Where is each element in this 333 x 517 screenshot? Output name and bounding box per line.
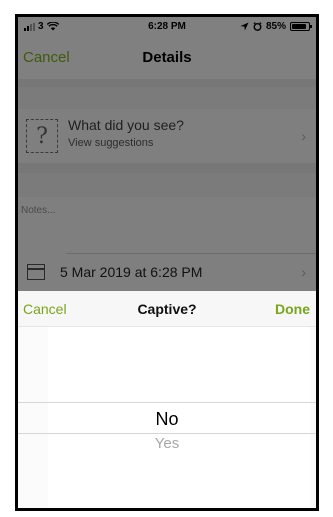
picker-toolbar: Cancel Captive? Done <box>18 291 316 327</box>
details-title: Details <box>142 49 192 66</box>
section-spacer-middle <box>18 173 316 197</box>
picker-title: Captive? <box>137 301 197 317</box>
notes-placeholder: Notes... <box>21 205 56 216</box>
battery-percent: 85% <box>265 21 286 32</box>
details-nav-bar: Cancel Details <box>18 37 316 79</box>
section-separator <box>18 163 316 173</box>
screen: 3 6:28 PM 85% Cancel Details ? What did … <box>18 17 316 508</box>
section-spacer-top <box>18 87 316 109</box>
date-label: 5 Mar 2019 at 6:28 PM <box>60 264 203 280</box>
alarm-icon <box>253 22 262 31</box>
picker-option-yes[interactable]: Yes <box>18 435 316 452</box>
selection-line-top <box>18 402 316 403</box>
location-arrow-icon <box>240 22 249 31</box>
what-did-you-see-row[interactable]: ? What did you see? View suggestions › <box>18 109 316 163</box>
chevron-right-icon: › <box>301 128 306 144</box>
nav-separator <box>18 79 316 87</box>
calendar-icon <box>27 264 45 280</box>
row-divider <box>66 253 316 254</box>
picker-done-button[interactable]: Done <box>275 301 310 317</box>
selection-line-bottom <box>18 433 316 434</box>
status-bar: 3 6:28 PM 85% <box>18 17 316 37</box>
question-box-icon: ? <box>26 119 58 153</box>
device-frame: 3 6:28 PM 85% Cancel Details ? What did … <box>15 14 319 511</box>
chevron-right-icon: › <box>301 264 306 280</box>
picker-option-no[interactable]: No <box>18 409 316 430</box>
notes-field[interactable]: Notes... <box>18 197 316 253</box>
view-suggestions-label: View suggestions <box>68 137 154 149</box>
battery-icon <box>290 22 312 31</box>
captive-picker-wheel[interactable]: No Yes <box>18 327 316 508</box>
date-row[interactable]: 5 Mar 2019 at 6:28 PM › <box>18 253 316 291</box>
what-did-you-see-label: What did you see? <box>68 117 184 133</box>
status-right: 85% <box>240 21 312 32</box>
